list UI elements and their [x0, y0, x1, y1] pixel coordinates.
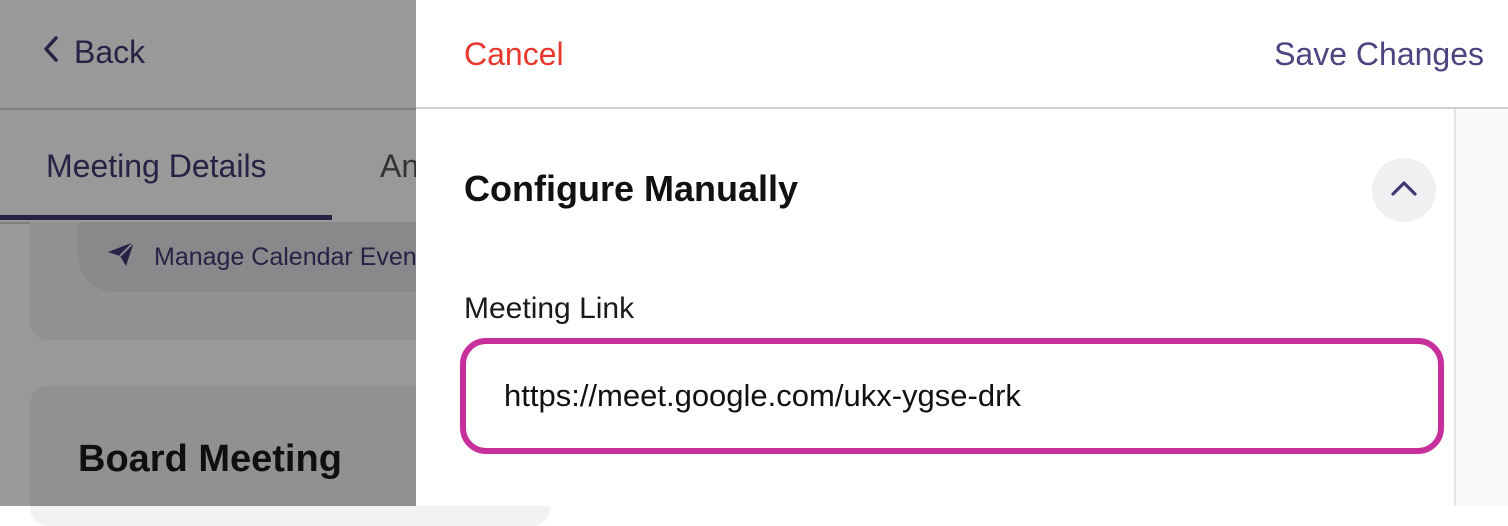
meeting-link-label: Meeting Link	[464, 292, 635, 325]
save-changes-button[interactable]: Save Changes	[1274, 36, 1484, 73]
cancel-button[interactable]: Cancel	[464, 36, 564, 73]
chevron-up-icon	[1390, 179, 1418, 202]
panel-header: Cancel Save Changes	[416, 0, 1508, 109]
configure-panel: Cancel Save Changes Configure Manually M…	[416, 0, 1508, 506]
scrollbar[interactable]	[1454, 109, 1508, 506]
meeting-link-input[interactable]	[504, 344, 1404, 448]
collapse-button[interactable]	[1372, 158, 1436, 222]
meeting-link-field-frame	[460, 338, 1444, 454]
modal-overlay[interactable]	[0, 0, 416, 506]
section-title: Configure Manually	[464, 168, 799, 209]
